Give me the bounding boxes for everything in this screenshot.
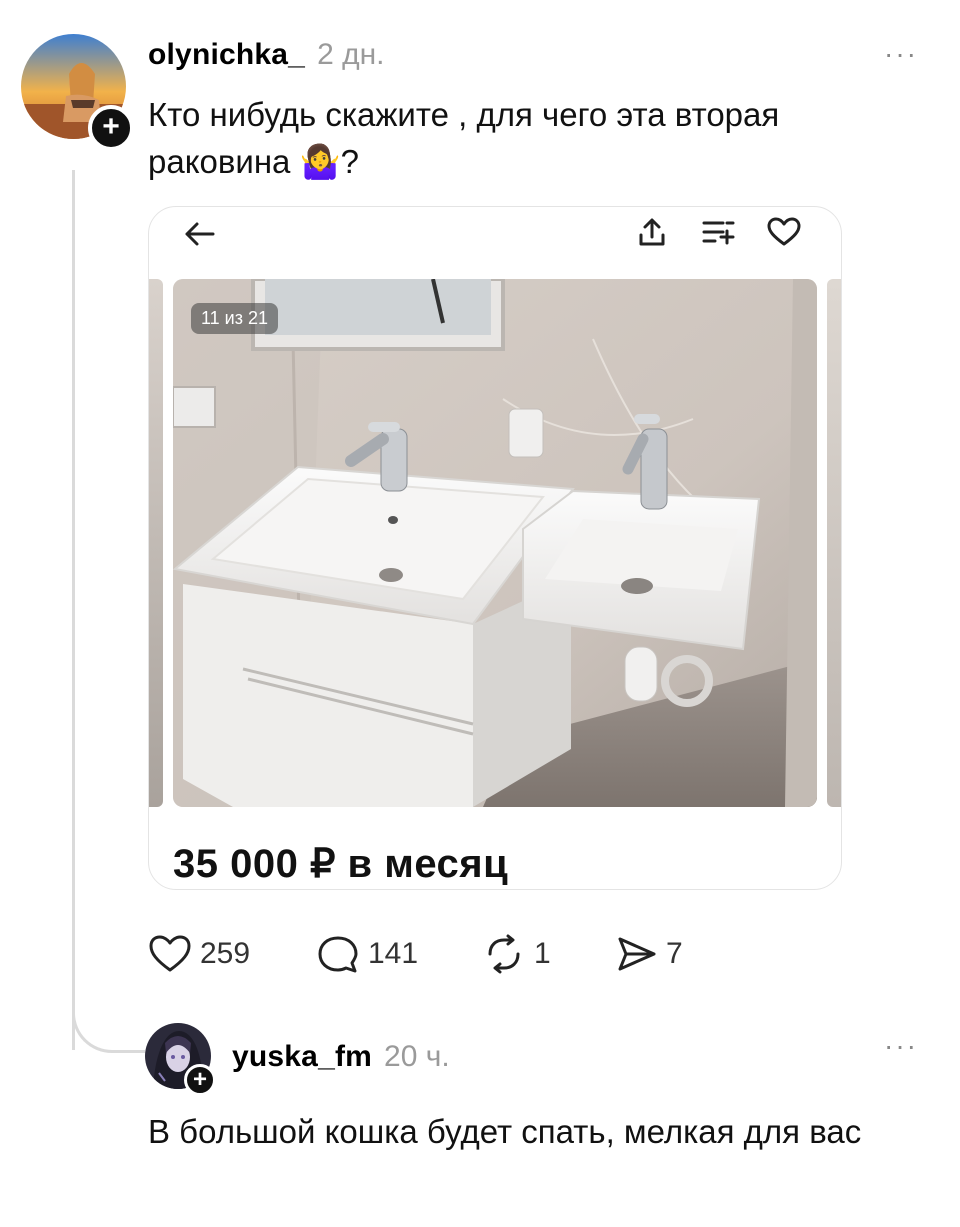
reply-username[interactable]: yuska_fm <box>232 1040 372 1073</box>
comment-bubble-icon <box>318 936 358 973</box>
share-count: 7 <box>666 937 683 970</box>
reply-more-icon[interactable]: ··· <box>884 1030 918 1062</box>
thread-connector <box>72 990 145 1053</box>
heart-icon <box>149 935 191 972</box>
repost-button[interactable]: 1 <box>482 934 551 974</box>
share-button[interactable]: 7 <box>614 934 683 974</box>
post-text: Кто нибудь скажите , для чего эта вторая… <box>148 96 780 180</box>
reply-header: yuska_fm 20 ч. <box>232 1040 450 1074</box>
prev-photo-edge[interactable] <box>149 279 163 807</box>
reply-text: В большой кошка будет спать, мелкая для … <box>148 1113 862 1150</box>
post-time: 2 дн. <box>317 38 385 71</box>
share-icon[interactable] <box>637 217 667 247</box>
reply-time: 20 ч. <box>384 1040 450 1073</box>
back-arrow-icon[interactable] <box>183 219 217 249</box>
listing-photo[interactable]: 11 из 21 <box>173 279 817 807</box>
follow-author-icon[interactable]: + <box>88 105 134 151</box>
post-header: olynichka_ 2 дн. <box>148 38 385 72</box>
listing-price: 35 000 ₽ в месяц <box>173 842 509 886</box>
follow-reply-author-icon[interactable]: + <box>184 1064 216 1096</box>
repost-count: 1 <box>534 937 551 970</box>
post-more-icon[interactable]: ··· <box>884 38 918 70</box>
like-button[interactable]: 259 <box>148 934 250 974</box>
listing-card[interactable]: 11 из 21 35 000 ₽ в месяц <box>148 206 842 890</box>
photo-counter-badge: 11 из 21 <box>191 303 279 334</box>
post-username[interactable]: olynichka_ <box>148 38 305 71</box>
repost-icon <box>488 934 520 974</box>
compare-list-icon[interactable] <box>701 217 735 247</box>
comment-count: 141 <box>368 937 419 970</box>
thread-line <box>72 170 75 1050</box>
heart-favorite-icon[interactable] <box>767 217 801 247</box>
send-icon <box>618 937 656 971</box>
next-photo-edge[interactable] <box>827 279 841 807</box>
comment-button[interactable]: 141 <box>316 934 418 974</box>
like-count: 259 <box>200 937 251 970</box>
